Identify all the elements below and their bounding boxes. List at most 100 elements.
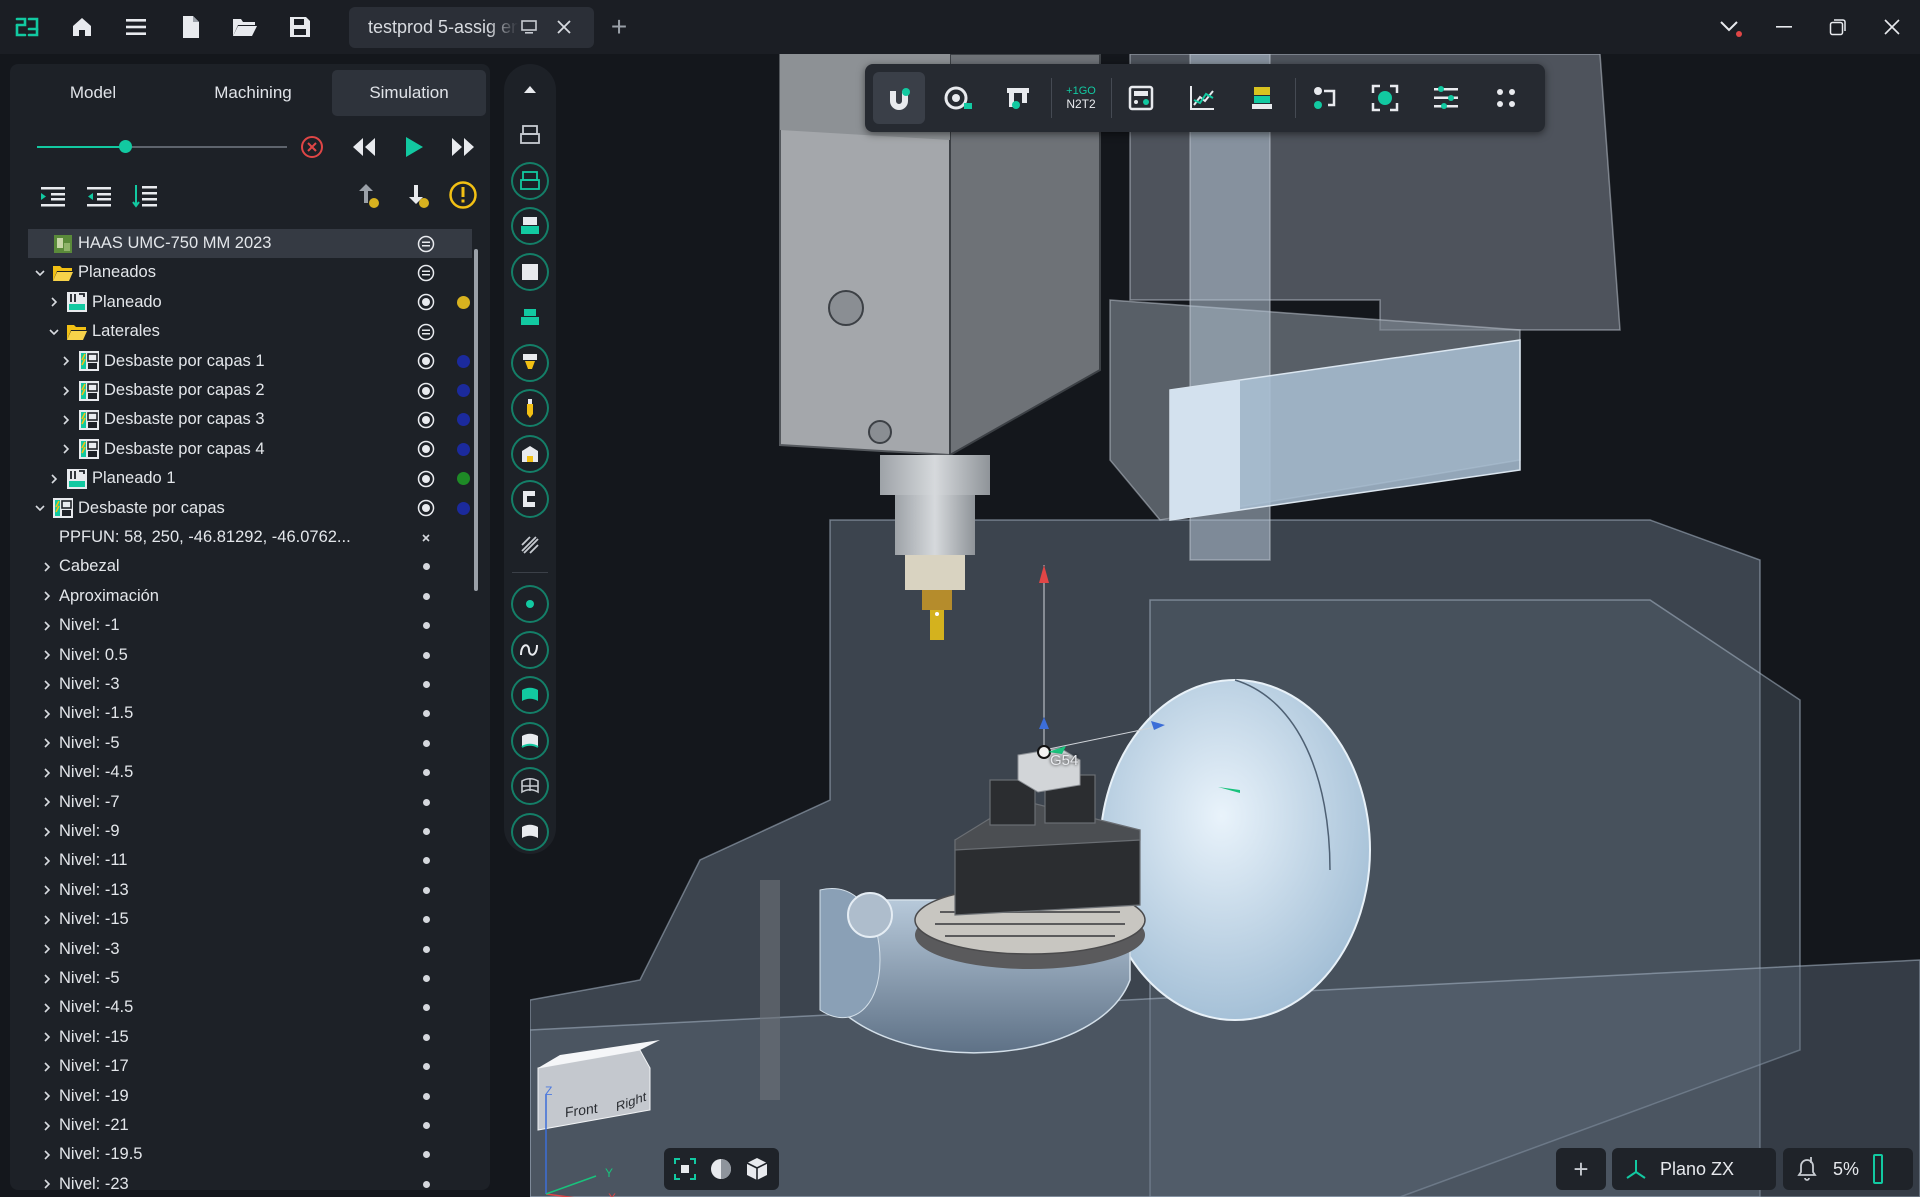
chevron-right-icon[interactable]: [41, 649, 53, 661]
chevron-right-icon[interactable]: [41, 620, 53, 632]
chevron-right-icon[interactable]: [41, 826, 53, 838]
rewind-button[interactable]: [349, 132, 379, 162]
tree-node[interactable]: Desbaste por capas 3: [28, 405, 472, 434]
save-icon[interactable]: [281, 8, 319, 46]
more-options-button[interactable]: [1480, 72, 1532, 124]
isometric-view-icon[interactable]: [744, 1156, 770, 1182]
visibility-dot-icon[interactable]: [423, 769, 430, 777]
tree-subitem[interactable]: Nivel: -13: [28, 876, 472, 905]
chevron-right-icon[interactable]: [48, 296, 60, 308]
chevron-right-icon[interactable]: [60, 385, 72, 397]
tab-model[interactable]: Model: [16, 70, 170, 116]
move-down-button[interactable]: [402, 181, 432, 211]
chevron-right-icon[interactable]: [41, 1090, 53, 1102]
visibility-dot-icon[interactable]: [423, 975, 430, 982]
chevron-right-icon[interactable]: [41, 855, 53, 867]
graph-analysis-button[interactable]: [1176, 72, 1228, 124]
tab-machining[interactable]: Machining: [176, 70, 330, 116]
visibility-dot-icon[interactable]: [423, 857, 430, 865]
app-logo-icon[interactable]: [8, 8, 46, 46]
tab-simulation[interactable]: Simulation: [332, 70, 486, 116]
machine-controller-button[interactable]: [1115, 72, 1167, 124]
point-display-toggle[interactable]: [511, 585, 549, 623]
play-button[interactable]: [399, 132, 429, 162]
tree-subitem[interactable]: Nivel: -17: [28, 1052, 472, 1081]
visibility-dot-icon[interactable]: [423, 945, 430, 953]
close-small-icon[interactable]: [417, 529, 435, 547]
tree-subitem[interactable]: Nivel: -3: [28, 935, 472, 964]
tree-subitem[interactable]: Aproximación: [28, 582, 472, 611]
measure-stock-button[interactable]: [932, 72, 984, 124]
chevron-right-icon[interactable]: [48, 473, 60, 485]
tree-subitem[interactable]: Nivel: -9: [28, 817, 472, 846]
chevron-right-icon[interactable]: [41, 767, 53, 779]
toolpath-toggle[interactable]: [511, 435, 549, 473]
visibility-dot-icon[interactable]: [423, 622, 430, 630]
tree-subitem[interactable]: Nivel: -4.5: [28, 993, 472, 1022]
simulation-progress-slider[interactable]: [37, 140, 287, 153]
tree-node[interactable]: HAAS UMC-750 MM 2023: [28, 229, 472, 258]
chevron-right-icon[interactable]: [41, 884, 53, 896]
chevron-right-icon[interactable]: [41, 737, 53, 749]
restore-button[interactable]: [1819, 8, 1857, 46]
chevron-right-icon[interactable]: [41, 1002, 53, 1014]
minimize-button[interactable]: [1765, 8, 1803, 46]
tree-subitem[interactable]: Nivel: -23: [28, 1170, 472, 1190]
chevron-right-icon[interactable]: [60, 414, 72, 426]
expand-all-button[interactable]: [84, 181, 114, 211]
group-visibility-icon[interactable]: [417, 235, 435, 253]
collapse-toolbar-button[interactable]: [511, 70, 549, 108]
chevron-right-icon[interactable]: [41, 708, 53, 720]
fixture-toggle[interactable]: [511, 298, 549, 336]
notification-bell-icon[interactable]: [1795, 1156, 1819, 1182]
3d-viewport[interactable]: G54 Front Right Z X Y: [530, 54, 1920, 1197]
stop-simulation-button[interactable]: [299, 134, 325, 160]
visibility-toggle-icon[interactable]: [417, 499, 435, 517]
visibility-toggle-icon[interactable]: [417, 382, 435, 400]
new-tab-button[interactable]: +: [600, 8, 638, 46]
tool-holder-toggle[interactable]: [511, 344, 549, 382]
tree-subitem[interactable]: Nivel: -15: [28, 1023, 472, 1052]
chevron-right-icon[interactable]: [41, 679, 53, 691]
chevron-right-icon[interactable]: [41, 1178, 53, 1190]
tree-node[interactable]: Desbaste por capas 1: [28, 347, 472, 376]
tree-subitem[interactable]: Nivel: -1.5: [28, 699, 472, 728]
tree-node[interactable]: Desbaste por capas 4: [28, 435, 472, 464]
visibility-dot-icon[interactable]: [423, 886, 430, 894]
notifications-dropdown-button[interactable]: [1711, 8, 1749, 46]
tree-subitem[interactable]: Nivel: -15: [28, 905, 472, 934]
home-icon[interactable]: [63, 8, 101, 46]
chevron-down-icon[interactable]: [34, 502, 46, 514]
shaded-view-icon[interactable]: [708, 1156, 734, 1182]
chevron-right-icon[interactable]: [41, 943, 53, 955]
chevron-down-icon[interactable]: [34, 267, 46, 279]
tree-scrollbar[interactable]: [474, 249, 478, 591]
move-up-button[interactable]: [352, 181, 382, 211]
tree-subitem[interactable]: Nivel: -7: [28, 788, 472, 817]
settings-sliders-button[interactable]: [1420, 72, 1472, 124]
tree-subitem[interactable]: Nivel: -4.5: [28, 758, 472, 787]
visibility-dot-icon[interactable]: [423, 739, 430, 747]
visibility-dot-icon[interactable]: [423, 710, 430, 718]
warnings-button[interactable]: [447, 179, 479, 211]
visibility-dot-icon[interactable]: [423, 592, 430, 600]
hatch-toggle[interactable]: [511, 526, 549, 564]
focus-selection-button[interactable]: [1359, 72, 1411, 124]
tree-node[interactable]: Planeados: [28, 258, 472, 287]
visibility-dot-icon[interactable]: [423, 1092, 430, 1100]
visibility-toggle-icon[interactable]: [417, 293, 435, 311]
machine-view-button[interactable]: [511, 116, 549, 154]
chevron-right-icon[interactable]: [41, 1061, 53, 1073]
mesh-display-toggle[interactable]: [511, 767, 549, 805]
fast-forward-button[interactable]: [448, 132, 478, 162]
visibility-dot-icon[interactable]: [423, 563, 430, 571]
chevron-right-icon[interactable]: [41, 973, 53, 985]
document-tab[interactable]: testprod 5-assig en: [349, 7, 594, 48]
visibility-dot-icon[interactable]: [423, 1122, 430, 1129]
surface-outline-toggle[interactable]: [511, 722, 549, 760]
tree-subitem[interactable]: Nivel: -21: [28, 1111, 472, 1140]
add-view-button[interactable]: +: [1556, 1148, 1606, 1190]
close-window-button[interactable]: [1873, 8, 1911, 46]
stock-layers-button[interactable]: [1236, 72, 1288, 124]
visibility-toggle-icon[interactable]: [417, 440, 435, 458]
